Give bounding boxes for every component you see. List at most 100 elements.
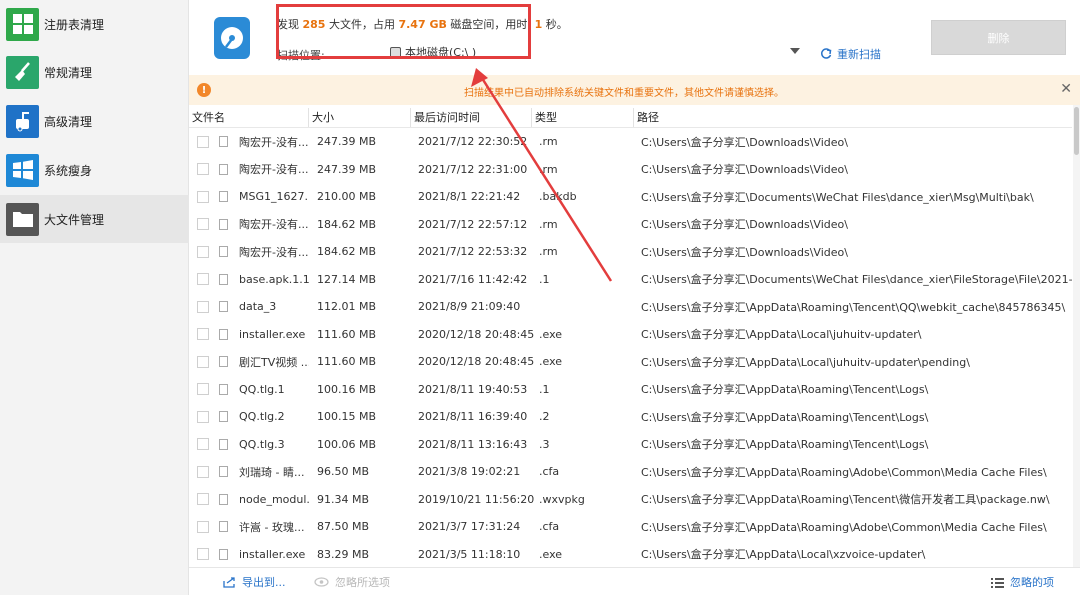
cell-time: 2021/8/11 19:40:53 bbox=[418, 382, 528, 396]
warning-text: 扫描结果中已自动排除系统关键文件和重要文件，其他文件请谨慎选择。 bbox=[464, 88, 784, 99]
cell-name: installer.exe bbox=[239, 327, 306, 341]
file-count: 285 bbox=[302, 18, 326, 31]
column-header-time[interactable]: 最后访问时间 bbox=[411, 108, 532, 127]
row-checkbox[interactable] bbox=[197, 300, 209, 313]
row-checkbox[interactable] bbox=[197, 328, 209, 340]
cell-type: .rm bbox=[539, 135, 558, 148]
cell-path: C:\Users\盒子分享汇\Downloads\Video\ bbox=[641, 218, 848, 231]
table-row[interactable]: installer.exe 83.29 MB 2021/3/5 11:18:10 .e… bbox=[189, 541, 1072, 568]
row-checkbox[interactable] bbox=[197, 218, 209, 230]
cell-time: 2021/8/1 22:21:42 bbox=[418, 190, 521, 203]
sidebar-item-large-files[interactable]: 大文件管理 bbox=[0, 195, 189, 243]
row-checkbox[interactable] bbox=[197, 163, 209, 175]
row-checkbox[interactable] bbox=[197, 520, 209, 533]
table-row[interactable]: QQ.tlg.1 100.16 MB 2021/8/11 19:40:53 .1 C:\… bbox=[189, 376, 1072, 403]
cell-name: 陶宏开-没有... bbox=[239, 163, 309, 176]
cell-time: 2020/12/18 20:48:45 bbox=[418, 327, 535, 341]
column-header-type[interactable]: 类型 bbox=[532, 108, 634, 127]
table-row[interactable]: base.apk.1.1 127.14 MB 2021/7/16 11:42:42.… bbox=[189, 266, 1072, 293]
cell-type: .rm bbox=[539, 162, 558, 176]
file-icon bbox=[219, 411, 228, 422]
row-checkbox[interactable] bbox=[197, 273, 209, 285]
sidebar-item-registry-clean[interactable]: 注册表清理 bbox=[0, 0, 189, 48]
cell-size: 83.29 MB bbox=[317, 547, 370, 561]
elapsed-time: 1 bbox=[534, 18, 543, 31]
table-row[interactable]: data_3 112.01 MB 2021/8/9 21:09:40 C:\Users… bbox=[189, 293, 1072, 320]
cell-type: .exe bbox=[539, 327, 563, 341]
table-row[interactable]: node_modul... 91.34 MB 2019/10/21 11:56:20… bbox=[189, 486, 1072, 513]
chevron-down-icon[interactable] bbox=[790, 48, 800, 54]
row-checkbox[interactable] bbox=[197, 135, 209, 148]
file-icon bbox=[219, 191, 228, 202]
cell-type: .1 bbox=[539, 272, 550, 286]
scrollbar-thumb[interactable] bbox=[1074, 107, 1079, 155]
vertical-scrollbar[interactable] bbox=[1073, 105, 1080, 567]
disk-scan-icon bbox=[214, 17, 250, 59]
folder-icon bbox=[6, 202, 39, 236]
row-checkbox[interactable] bbox=[197, 548, 209, 560]
cell-name: 刘瑞琦 - 睛... bbox=[239, 465, 305, 479]
cell-path: C:\Users\盒子分享汇\AppData\Roaming\Adobe\Com… bbox=[641, 465, 1047, 479]
row-checkbox[interactable] bbox=[197, 465, 209, 478]
cell-path: C:\Users\盒子分享汇\AppData\Roaming\Adobe\Com… bbox=[641, 520, 1047, 534]
table-row[interactable]: 刘瑞琦 - 睛... 96.50 MB 2021/3/8 19:02:21 .cfa C… bbox=[189, 458, 1072, 485]
table-row[interactable]: 陶宏开-没有... 184.62 MB 2021/7/12 22:57:12 .rm C… bbox=[189, 211, 1072, 238]
cell-type: .1 bbox=[539, 382, 550, 396]
table-row[interactable]: installer.exe 111.60 MB 2020/12/18 20:48:4… bbox=[189, 321, 1072, 348]
cell-name: base.apk.1.1 bbox=[239, 272, 309, 286]
cell-time: 2021/3/7 17:31:24 bbox=[418, 520, 521, 533]
table-row[interactable]: 陶宏开-没有... 247.39 MB 2021/7/12 22:30:52 .rm C… bbox=[189, 128, 1072, 155]
rescan-label: 重新扫描 bbox=[837, 48, 881, 61]
export-label: 导出到... bbox=[242, 576, 286, 589]
column-header-size[interactable]: 大小 bbox=[309, 108, 411, 127]
row-checkbox[interactable] bbox=[197, 410, 209, 423]
cell-time: 2021/7/12 22:57:12 bbox=[418, 217, 528, 231]
table-row[interactable]: 陶宏开-没有... 247.39 MB 2021/7/12 22:31:00 .rm C… bbox=[189, 156, 1072, 183]
row-checkbox[interactable] bbox=[197, 493, 209, 505]
rescan-button[interactable]: 重新扫描 bbox=[820, 46, 881, 62]
table-row[interactable]: QQ.tlg.2 100.15 MB 2021/8/11 16:39:40 .2 C:\… bbox=[189, 403, 1072, 430]
column-header-name[interactable]: 文件名 bbox=[189, 108, 309, 127]
row-checkbox[interactable] bbox=[197, 190, 209, 203]
scan-drive-value: 本地磁盘(C:\ ) bbox=[405, 46, 477, 59]
cell-path: C:\Users\盒子分享汇\Documents\WeChat Files\da… bbox=[641, 190, 1034, 204]
delete-button[interactable]: 删除 bbox=[931, 20, 1066, 55]
table-row[interactable]: 陶宏开-没有... 184.62 MB 2021/7/12 22:53:32 .rm C… bbox=[189, 238, 1072, 265]
cell-name: QQ.tlg.2 bbox=[239, 410, 285, 423]
ignored-items-button[interactable]: 忽略的项 bbox=[991, 574, 1054, 590]
cell-size: 112.01 MB bbox=[317, 300, 377, 313]
cell-time: 2021/8/11 16:39:40 bbox=[418, 410, 528, 423]
vacuum-icon bbox=[6, 104, 39, 138]
sidebar-item-general-clean[interactable]: 常规清理 bbox=[0, 48, 189, 96]
export-icon bbox=[223, 577, 235, 588]
file-icon bbox=[219, 136, 228, 147]
column-header-path[interactable]: 路径 bbox=[634, 108, 1072, 127]
table-row[interactable]: QQ.tlg.3 100.06 MB 2021/8/11 13:16:43 .3 C:\… bbox=[189, 431, 1072, 458]
file-icon bbox=[219, 356, 228, 367]
sidebar-item-advanced-clean[interactable]: 高级清理 bbox=[0, 97, 189, 145]
close-icon[interactable]: ✕ bbox=[1060, 81, 1072, 97]
cell-path: C:\Users\盒子分享汇\AppData\Roaming\Tencent\Q… bbox=[641, 300, 1066, 314]
file-icon bbox=[219, 383, 228, 395]
cell-name: node_modul... bbox=[239, 492, 309, 506]
file-icon bbox=[219, 163, 228, 175]
ignore-selected-label: 忽略所选项 bbox=[335, 576, 390, 589]
row-checkbox[interactable] bbox=[197, 383, 209, 395]
table-row[interactable]: 剧汇TV视频 ... 111.60 MB 2020/12/18 20:48:45 .e… bbox=[189, 348, 1072, 375]
cell-type: .2 bbox=[539, 410, 550, 423]
row-checkbox[interactable] bbox=[197, 355, 209, 368]
file-icon bbox=[219, 466, 228, 477]
sidebar-item-system-slim[interactable]: 系统瘦身 bbox=[0, 146, 189, 194]
table-header: 文件名 大小 最后访问时间 类型 路径 bbox=[189, 108, 1072, 128]
table-row[interactable]: 许嵩 - 玫瑰... 87.50 MB 2021/3/7 17:31:24 .cfa C… bbox=[189, 513, 1072, 540]
cell-time: 2021/7/12 22:31:00 bbox=[418, 162, 528, 176]
cell-time: 2021/3/8 19:02:21 bbox=[418, 465, 521, 478]
scan-location-select[interactable]: 本地磁盘(C:\ ) bbox=[390, 44, 476, 60]
scan-summary: 发现 285 大文件，占用 7.47 GB 磁盘空间，用时: 1 秒。 bbox=[277, 16, 568, 32]
row-checkbox[interactable] bbox=[197, 245, 209, 258]
export-button[interactable]: 导出到... bbox=[223, 574, 286, 590]
table-row[interactable]: MSG1_1627... 210.00 MB 2021/8/1 22:21:42 .b… bbox=[189, 183, 1072, 210]
row-checkbox[interactable] bbox=[197, 438, 209, 450]
ignore-selected-button[interactable]: 忽略所选项 bbox=[314, 574, 390, 590]
cell-name: 剧汇TV视频 ... bbox=[239, 355, 309, 369]
